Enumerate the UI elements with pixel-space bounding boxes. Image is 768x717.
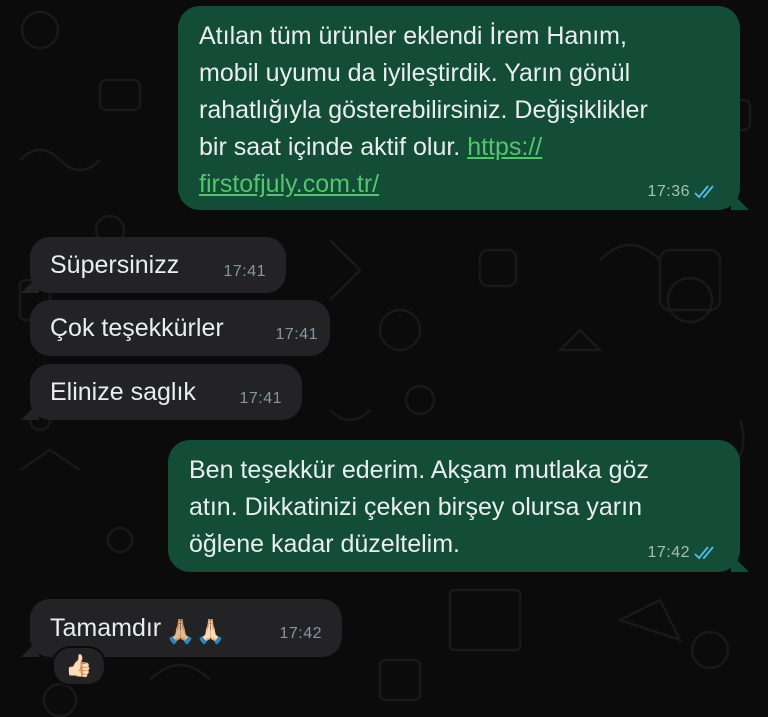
message-text: Çok teşekkürler	[50, 314, 224, 342]
message-timestamp: 17:41	[239, 390, 282, 407]
message-timestamp: 17:41	[223, 263, 266, 280]
message-text: Atılan tüm ürünler eklendi İrem Hanım, m…	[199, 22, 648, 198]
message-timestamp: 17:36	[647, 183, 718, 201]
message-text: Süpersinizz	[50, 251, 180, 279]
praying-hands-emoji: 🙏🏼🙏🏻	[165, 618, 226, 646]
message-text: Ben teşekkür ederim. Akşam mutlaka göz a…	[189, 456, 649, 558]
message-timestamp: 17:42	[279, 625, 322, 642]
double-check-icon	[694, 546, 714, 560]
double-check-icon	[694, 185, 714, 199]
outgoing-message-1[interactable]: Atılan tüm ürünler eklendi İrem Hanım, m…	[178, 6, 749, 210]
incoming-message-2[interactable]: Çok teşekkürler 17:41	[30, 300, 330, 356]
message-text: Tamamdır	[50, 614, 162, 642]
thumbs-up-icon: 👍🏻	[65, 653, 93, 678]
message-timestamp: 17:42	[647, 544, 718, 562]
thumbs-up-reaction[interactable]: 👍🏻	[52, 646, 106, 686]
website-link[interactable]: https://	[467, 133, 542, 161]
incoming-message-3[interactable]: Elinize saglık 17:41	[21, 364, 302, 420]
incoming-message-1[interactable]: Süpersinizz 17:41	[21, 237, 286, 293]
message-timestamp: 17:41	[275, 326, 318, 343]
website-link-continued[interactable]: firstofjuly.com.tr/	[199, 170, 379, 198]
message-text: Elinize saglık	[50, 378, 196, 406]
outgoing-message-2[interactable]: Ben teşekkür ederim. Akşam mutlaka göz a…	[168, 440, 749, 572]
